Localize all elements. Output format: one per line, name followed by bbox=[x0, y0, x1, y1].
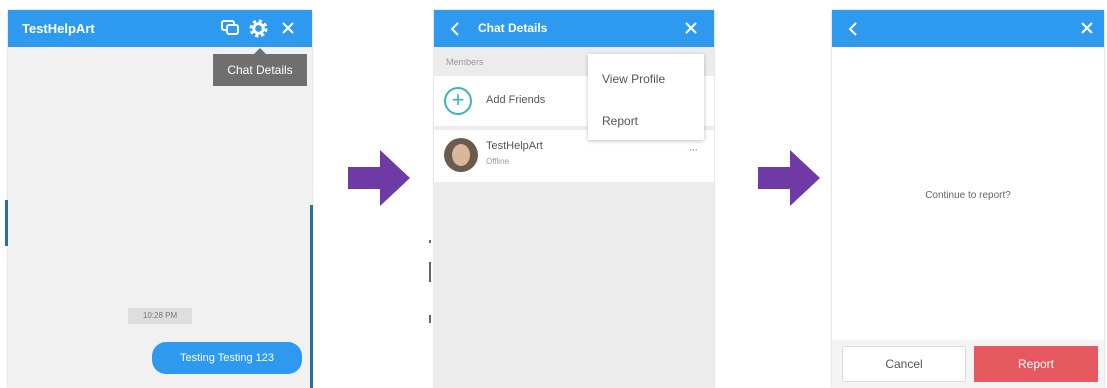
chat-window: TestHelpArt Chat Details 10:28 PM Testin… bbox=[8, 10, 312, 388]
avatar bbox=[444, 138, 478, 172]
message-bubble: Testing Testing 123 bbox=[152, 342, 302, 374]
report-dialog-header bbox=[832, 10, 1104, 47]
close-icon[interactable] bbox=[684, 21, 698, 35]
close-icon[interactable] bbox=[281, 21, 295, 35]
chat-details-title: Chat Details bbox=[478, 21, 548, 35]
cancel-button[interactable]: Cancel bbox=[842, 346, 966, 382]
chat-details-tooltip: Chat Details bbox=[213, 48, 307, 86]
member-options-menu: View Profile Report bbox=[588, 54, 704, 140]
chat-details-window: Chat Details Members + Add Friends TestH… bbox=[434, 10, 714, 388]
more-options-icon[interactable]: ··· bbox=[689, 144, 698, 156]
chat-body bbox=[8, 47, 312, 388]
chat-title: TestHelpArt bbox=[22, 21, 95, 36]
menu-item-view-profile[interactable]: View Profile bbox=[602, 72, 665, 86]
close-icon[interactable] bbox=[1080, 21, 1094, 35]
back-icon[interactable] bbox=[450, 22, 460, 36]
background-edge bbox=[310, 205, 313, 388]
background-mark bbox=[429, 240, 431, 243]
member-status: Offline bbox=[486, 157, 509, 166]
background-mark bbox=[429, 262, 431, 282]
arrow-right-icon bbox=[348, 150, 410, 206]
dialog-button-bar: Cancel Report bbox=[832, 340, 1104, 388]
background-edge bbox=[5, 200, 8, 246]
gear-icon[interactable] bbox=[249, 19, 268, 38]
add-friends-label: Add Friends bbox=[486, 94, 546, 106]
chat-icon[interactable] bbox=[221, 20, 239, 36]
background-mark bbox=[429, 315, 431, 323]
members-label: Members bbox=[446, 57, 484, 67]
add-icon: + bbox=[444, 87, 472, 115]
report-dialog-window: Continue to report? Cancel Report bbox=[832, 10, 1104, 388]
arrow-right-icon bbox=[758, 150, 820, 206]
message-timestamp: 10:28 PM bbox=[128, 308, 192, 324]
chat-details-header: Chat Details bbox=[434, 10, 714, 47]
confirm-message: Continue to report? bbox=[925, 190, 1011, 201]
chat-header: TestHelpArt bbox=[8, 10, 312, 47]
report-button[interactable]: Report bbox=[974, 346, 1098, 382]
back-icon[interactable] bbox=[848, 22, 858, 36]
menu-item-report[interactable]: Report bbox=[602, 114, 638, 128]
member-name: TestHelpArt bbox=[486, 140, 543, 152]
